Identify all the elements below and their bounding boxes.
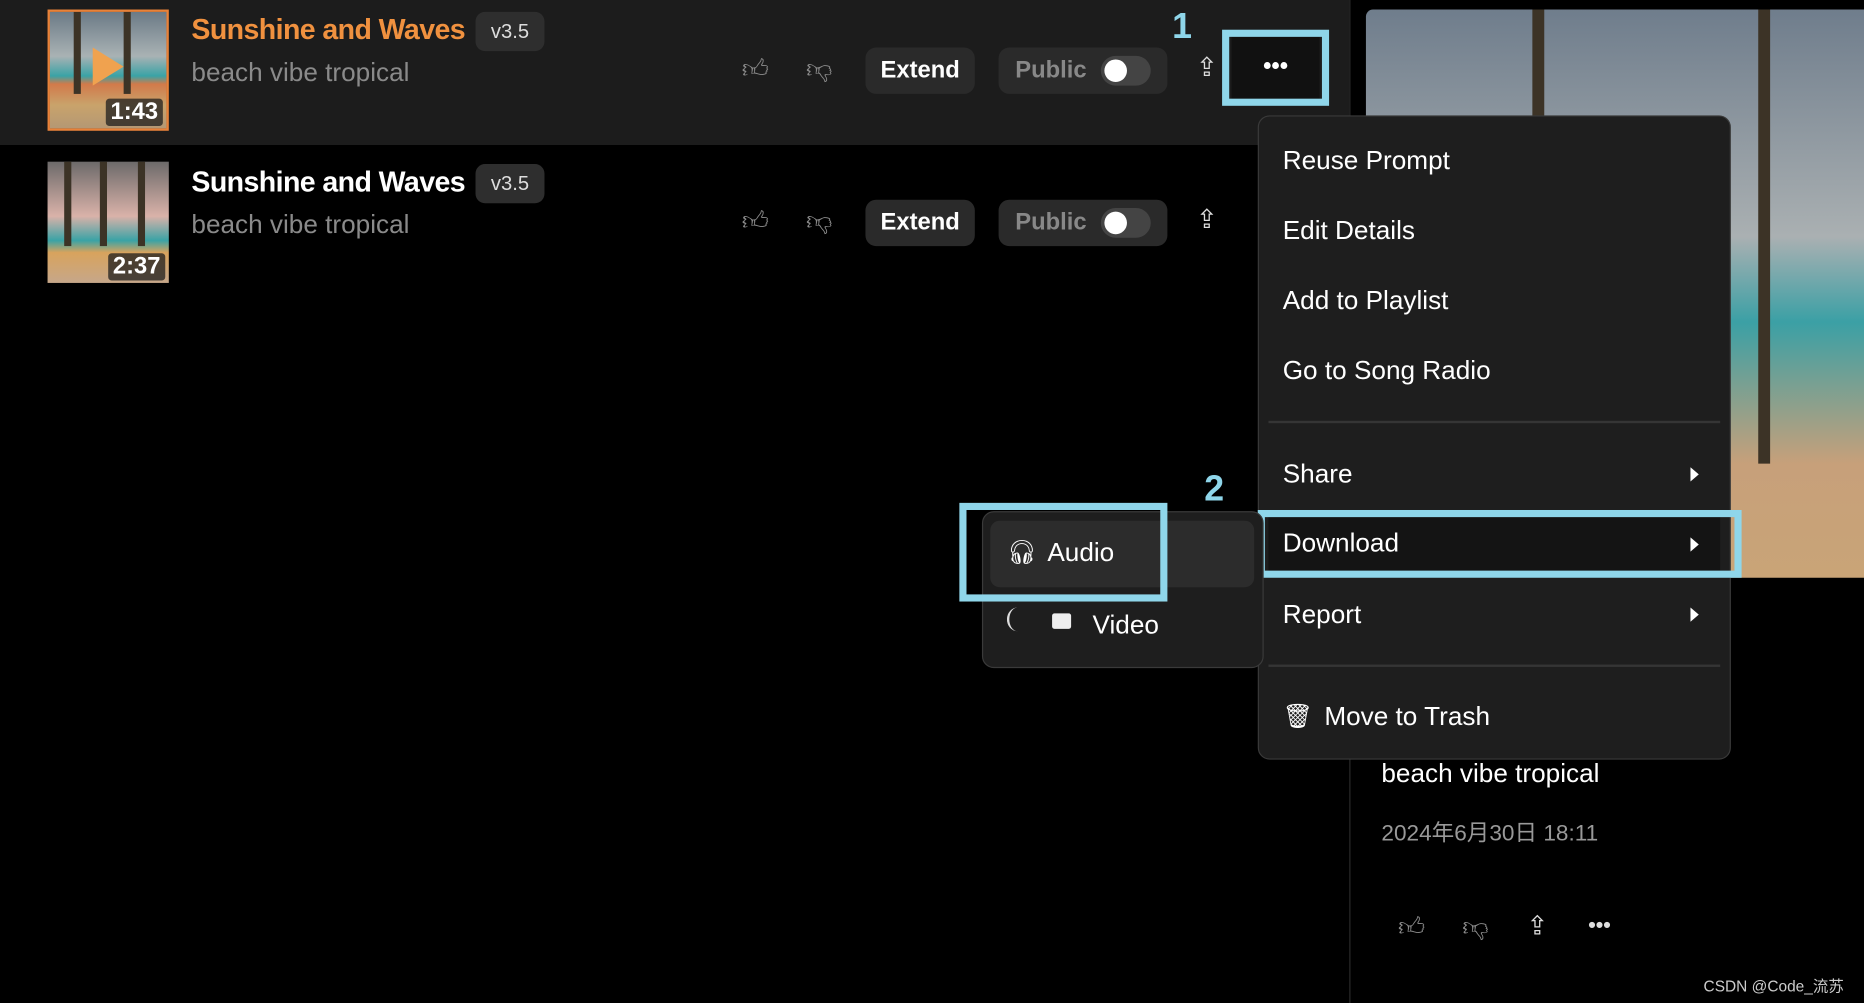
song-row-1[interactable]: 1:43 Sunshine and Waves v3.5 beach vibe … <box>0 0 1350 146</box>
song-title[interactable]: Sunshine and Waves <box>191 166 465 199</box>
highlight-box-audio <box>959 502 1168 602</box>
menu-divider <box>1268 664 1721 667</box>
menu-item-song-radio[interactable]: Go to Song Radio <box>1283 355 1491 386</box>
highlight-box-download <box>1257 509 1742 578</box>
detail-date: 2024年6月30日 18:11 <box>1381 821 1599 847</box>
public-label: Public <box>1015 209 1087 236</box>
thumbs-down-icon[interactable]: 👎︎ <box>806 52 833 84</box>
menu-item-reuse-prompt[interactable]: Reuse Prompt <box>1283 145 1450 176</box>
play-icon[interactable] <box>92 47 124 86</box>
public-toggle[interactable]: Public <box>998 199 1168 247</box>
menu-divider <box>1268 420 1721 424</box>
chevron-right-icon <box>1690 607 1699 622</box>
song-tags: beach vibe tropical <box>191 57 410 87</box>
share-icon[interactable]: ⇪ <box>1526 911 1548 942</box>
thumbs-down-icon[interactable]: 👎︎ <box>806 204 833 236</box>
extend-button[interactable]: Extend <box>865 47 975 94</box>
context-menu: Reuse Prompt Edit Details Add to Playlis… <box>1257 115 1731 760</box>
version-badge: v3.5 <box>475 164 545 204</box>
share-icon[interactable]: ⇪ <box>1196 52 1218 83</box>
step-label-2: 2 <box>1204 469 1225 509</box>
step-label-1: 1 <box>1172 7 1192 47</box>
watermark: CSDN @Code_流苏 <box>1703 977 1844 996</box>
thumbs-up-icon[interactable]: 👍︎ <box>742 52 769 84</box>
duration: 1:43 <box>105 98 163 127</box>
extend-button[interactable]: Extend <box>865 199 975 247</box>
submenu-item-video[interactable]: Video <box>990 596 1254 658</box>
toggle-switch[interactable] <box>1100 55 1151 86</box>
chevron-right-icon <box>1690 467 1699 482</box>
share-icon[interactable]: ⇪ <box>1196 204 1218 235</box>
more-options-button[interactable]: ••• <box>1588 913 1610 938</box>
public-label: Public <box>1015 57 1087 84</box>
menu-item-move-to-trash[interactable]: Move to Trash <box>1324 701 1490 732</box>
thumbs-down-icon[interactable]: 👎︎ <box>1462 911 1489 943</box>
thumbs-up-icon[interactable]: 👍︎ <box>742 204 769 236</box>
menu-item-share[interactable]: Share <box>1283 459 1353 490</box>
thumbs-up-icon[interactable]: 👍︎ <box>1398 911 1425 943</box>
highlight-box-1 <box>1222 29 1330 106</box>
song-row-2[interactable]: 2:37 Sunshine and Waves v3.5 beach vibe … <box>0 152 1349 297</box>
duration: 2:37 <box>108 253 166 281</box>
menu-item-report[interactable]: Report <box>1283 599 1362 630</box>
menu-item-edit-details[interactable]: Edit Details <box>1283 215 1415 246</box>
song-thumbnail[interactable]: 1:43 <box>47 9 169 131</box>
menu-item-add-to-playlist[interactable]: Add to Playlist <box>1283 285 1449 316</box>
video-label: Video <box>1092 609 1159 640</box>
song-library: 1:43 Sunshine and Waves v3.5 beach vibe … <box>0 0 1864 1003</box>
song-title[interactable]: Sunshine and Waves <box>191 14 465 47</box>
trash-icon: 🗑︎ <box>1282 703 1313 730</box>
loading-spinner-icon <box>1006 607 1028 632</box>
song-tags: beach vibe tropical <box>191 209 410 239</box>
video-camera-icon <box>1052 613 1072 629</box>
detail-tags: beach vibe tropical <box>1381 758 1600 789</box>
song-thumbnail[interactable]: 2:37 <box>47 161 169 283</box>
toggle-switch[interactable] <box>1100 208 1151 238</box>
version-badge: v3.5 <box>475 11 545 52</box>
public-toggle[interactable]: Public <box>998 47 1168 94</box>
